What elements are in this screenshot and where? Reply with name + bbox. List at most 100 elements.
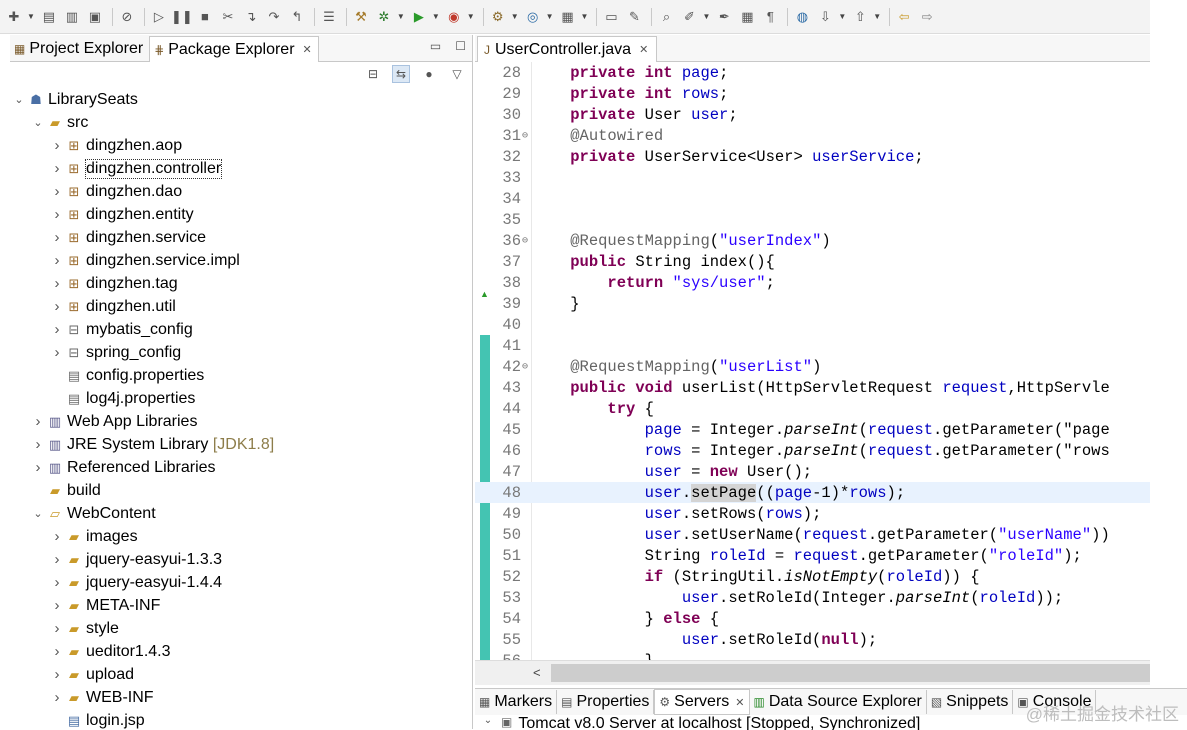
chevron-right-icon[interactable]: › xyxy=(50,252,64,269)
chevron-right-icon[interactable]: › xyxy=(50,229,64,246)
tree-item[interactable]: › ⊞ dingzhen.service.impl xyxy=(10,249,472,272)
step-over-icon[interactable]: ↷ xyxy=(264,8,284,26)
dropdown-arrow-icon[interactable]: ▼ xyxy=(702,12,710,21)
next-annotation-icon[interactable]: ⇩ xyxy=(815,8,835,26)
tree-item[interactable]: › ▰ jquery-easyui-1.3.3 xyxy=(10,548,472,571)
chevron-down-icon[interactable]: ⌄ xyxy=(481,715,495,726)
new-server-icon[interactable]: ⚙ xyxy=(488,8,508,26)
scroll-left-icon[interactable]: < xyxy=(533,665,541,680)
tab-user-controller[interactable]: J UserController.java ✕ xyxy=(477,36,658,62)
fold-toggle-icon[interactable]: ⊖ xyxy=(522,235,528,247)
code-line[interactable]: 41 xyxy=(475,335,1150,356)
open-type-icon[interactable]: ▦ xyxy=(558,8,578,26)
tree-item[interactable]: › ▥ Referenced Libraries xyxy=(10,456,472,479)
tree-item[interactable]: ▤ login.jsp xyxy=(10,709,472,729)
code-line[interactable]: 56 } xyxy=(475,650,1150,661)
code-line[interactable]: 37 public String index(){ xyxy=(475,251,1150,272)
debug-icon[interactable]: ✲ xyxy=(374,8,394,26)
tree-item[interactable]: › ⊞ dingzhen.controller xyxy=(10,157,472,180)
code-line[interactable]: 38 return "sys/user"; xyxy=(475,272,1150,293)
open-folder-icon[interactable]: ▭ xyxy=(601,8,621,26)
forward-icon[interactable]: ⇨ xyxy=(917,8,937,26)
tree-item[interactable]: › ▰ jquery-easyui-1.4.4 xyxy=(10,571,472,594)
chevron-right-icon[interactable]: › xyxy=(50,689,64,706)
tree-item[interactable]: › ⊟ mybatis_config xyxy=(10,318,472,341)
disconnect-icon[interactable]: ✂ xyxy=(218,8,238,26)
dropdown-arrow-icon[interactable]: ▼ xyxy=(467,12,475,21)
collapse-all-icon[interactable]: ⊟ xyxy=(364,65,382,83)
code-line[interactable]: 35 xyxy=(475,209,1150,230)
code-line[interactable]: 42 ⊖ @RequestMapping("userList") xyxy=(475,356,1150,377)
dropdown-arrow-icon[interactable]: ▼ xyxy=(27,12,35,21)
chevron-down-icon[interactable]: ⌄ xyxy=(31,507,45,520)
focus-on-task-icon[interactable]: ● xyxy=(420,65,438,83)
step-into-icon[interactable]: ↴ xyxy=(241,8,261,26)
build-icon[interactable]: ⚒ xyxy=(351,8,371,26)
bottom-tab-properties[interactable]: ▤ Properties xyxy=(557,690,655,714)
tree-item[interactable]: ⌄ ☗ LibrarySeats xyxy=(10,88,472,111)
tree-item[interactable]: › ▥ Web App Libraries xyxy=(10,410,472,433)
chevron-right-icon[interactable]: › xyxy=(50,620,64,637)
tree-item[interactable]: › ▰ upload xyxy=(10,663,472,686)
previous-annotation-icon[interactable]: ⇧ xyxy=(850,8,870,26)
pen-icon[interactable]: ✒ xyxy=(714,8,734,26)
chevron-down-icon[interactable]: ⌄ xyxy=(31,116,45,129)
new-java-project-icon[interactable]: ◎ xyxy=(523,8,543,26)
tree-item[interactable]: › ⊞ dingzhen.dao xyxy=(10,180,472,203)
tree-item[interactable]: ⌄ ▱ WebContent xyxy=(10,502,472,525)
chevron-right-icon[interactable]: › xyxy=(50,666,64,683)
bottom-tab-snippets[interactable]: ▧ Snippets xyxy=(927,690,1014,714)
maximize-icon[interactable]: ☐ xyxy=(455,39,466,53)
chevron-right-icon[interactable]: › xyxy=(50,206,64,223)
tree-item[interactable]: ▰ build xyxy=(10,479,472,502)
open-resource-icon[interactable]: ✎ xyxy=(624,8,644,26)
bottom-tab-data-source-explorer[interactable]: ▥ Data Source Explorer xyxy=(750,690,927,714)
paragraph-icon[interactable]: ¶ xyxy=(760,8,780,26)
tree-item[interactable]: › ⊟ spring_config xyxy=(10,341,472,364)
suspend-icon[interactable]: ❚❚ xyxy=(171,8,193,26)
new-icon[interactable]: ✚ xyxy=(4,8,24,26)
terminate-icon[interactable]: ■ xyxy=(195,8,215,26)
bottom-tab-servers[interactable]: ⚙ Servers ✕ xyxy=(654,689,750,715)
code-line[interactable]: 44 try { xyxy=(475,398,1150,419)
chevron-right-icon[interactable]: › xyxy=(50,160,64,177)
code-line[interactable]: 39 } xyxy=(475,293,1150,314)
tree-item[interactable]: ▤ log4j.properties xyxy=(10,387,472,410)
code-line[interactable]: 32 private UserService<User> userService… xyxy=(475,146,1150,167)
tree-item[interactable]: › ▰ images xyxy=(10,525,472,548)
code-line[interactable]: 31 ⊖ @Autowired xyxy=(475,125,1150,146)
code-line[interactable]: 29 private int rows; xyxy=(475,83,1150,104)
dropdown-arrow-icon[interactable]: ▼ xyxy=(397,12,405,21)
chevron-right-icon[interactable]: › xyxy=(50,321,64,338)
search-icon[interactable]: ⌕ xyxy=(656,8,676,26)
close-icon[interactable]: ✕ xyxy=(735,696,744,709)
code-line[interactable]: 52 if (StringUtil.isNotEmpty(roleId)) { xyxy=(475,566,1150,587)
globe-icon[interactable]: ◍ xyxy=(792,8,812,26)
fold-toggle-icon[interactable]: ⊖ xyxy=(522,130,528,142)
code-line[interactable]: 49 user.setRows(rows); xyxy=(475,503,1150,524)
code-text-area[interactable]: ▲ 28 private int page; 29 private int row… xyxy=(475,62,1150,660)
chevron-right-icon[interactable]: › xyxy=(50,528,64,545)
code-line[interactable]: 55 user.setRoleId(null); xyxy=(475,629,1150,650)
chevron-right-icon[interactable]: › xyxy=(50,137,64,154)
dropdown-arrow-icon[interactable]: ▼ xyxy=(838,12,846,21)
code-line[interactable]: 51 String roleId = request.getParameter(… xyxy=(475,545,1150,566)
code-line[interactable]: 30 private User user; xyxy=(475,104,1150,125)
chevron-right-icon[interactable]: › xyxy=(50,183,64,200)
back-icon[interactable]: ⇦ xyxy=(894,8,914,26)
link-with-editor-icon[interactable]: ⇆ xyxy=(392,65,410,83)
scrollbar-thumb[interactable] xyxy=(551,664,1150,682)
chevron-right-icon[interactable]: › xyxy=(50,643,64,660)
tree-item[interactable]: › ▥ JRE System Library [JDK1.8] xyxy=(10,433,472,456)
code-line[interactable]: 54 } else { xyxy=(475,608,1150,629)
code-line[interactable]: 33 xyxy=(475,167,1150,188)
code-line[interactable]: 28 private int page; xyxy=(475,62,1150,83)
resume-icon[interactable]: ▷ xyxy=(149,8,169,26)
chevron-right-icon[interactable]: › xyxy=(50,275,64,292)
dropdown-arrow-icon[interactable]: ▼ xyxy=(432,12,440,21)
dropdown-arrow-icon[interactable]: ▼ xyxy=(546,12,554,21)
chevron-down-icon[interactable]: ⌄ xyxy=(12,93,26,106)
code-line[interactable]: 48 user.setPage((page-1)*rows); xyxy=(475,482,1150,503)
run-icon[interactable]: ▶ xyxy=(409,8,429,26)
tree-item[interactable]: › ⊞ dingzhen.entity xyxy=(10,203,472,226)
